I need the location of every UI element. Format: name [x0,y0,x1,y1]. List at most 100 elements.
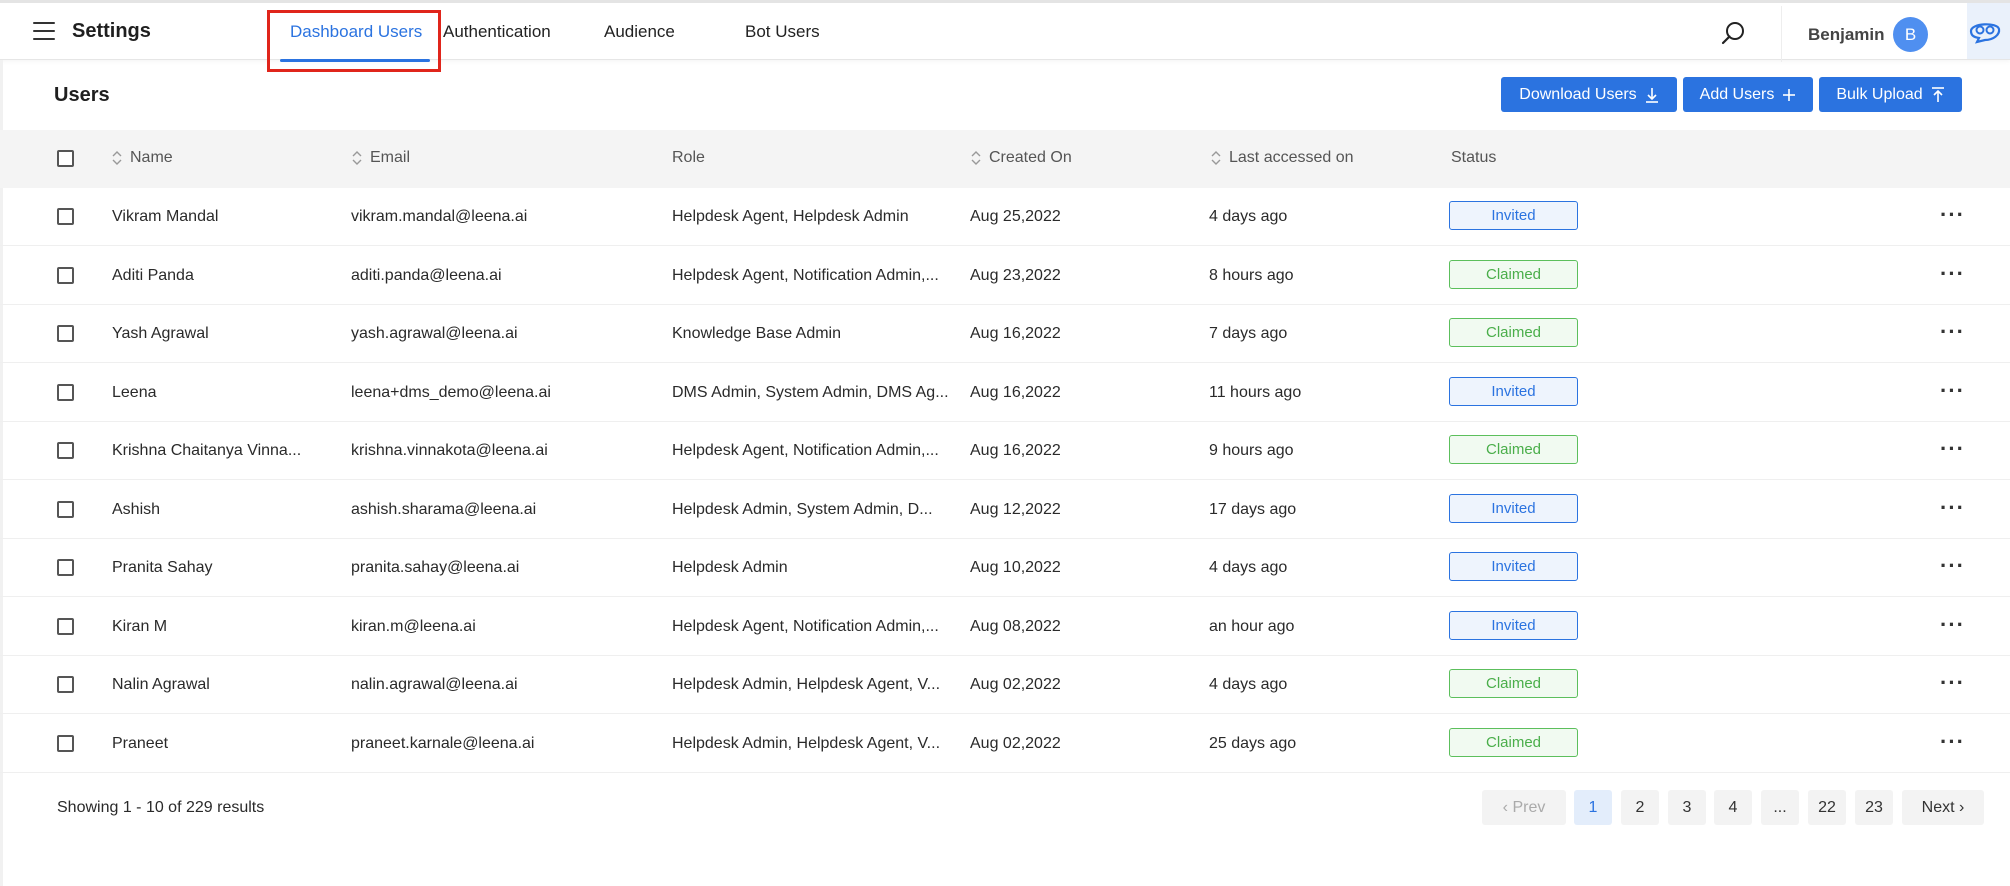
chevron-right-icon: › [1959,799,1965,816]
page-number-button[interactable]: 2 [1621,790,1659,825]
table-row: Nalin Agrawal nalin.agrawal@leena.ai Hel… [0,656,2010,714]
page-number-button[interactable]: 23 [1855,790,1893,825]
created-on-cell: Aug 23,2022 [970,266,1061,284]
row-checkbox[interactable] [57,208,74,225]
prev-page-button[interactable]: ‹ Prev [1482,790,1566,825]
created-on-cell: Aug 08,2022 [970,617,1061,635]
table-row: Krishna Chaitanya Vinna... krishna.vinna… [0,422,2010,480]
tab-authentication[interactable]: Authentication [443,22,551,42]
more-horizontal-icon[interactable]: ··· [1940,261,1965,287]
hamburger-icon[interactable] [33,22,55,40]
table-row: Yash Agrawal yash.agrawal@leena.ai Knowl… [0,305,2010,363]
row-checkbox[interactable] [57,617,74,635]
created-on-cell: Aug 25,2022 [970,208,1061,225]
chevron-left-icon: ‹ [1502,799,1508,816]
status-badge: Claimed [1449,727,1578,757]
last-accessed-cell: 8 hours ago [1209,266,1294,284]
more-horizontal-icon[interactable]: ··· [1940,729,1965,755]
user-name-cell: Praneet [112,734,169,752]
table-row: Ashish ashish.sharama@leena.ai Helpdesk … [0,481,2010,539]
column-name-label: Name [130,149,173,166]
more-horizontal-icon[interactable]: ··· [1940,319,1965,345]
more-horizontal-icon[interactable]: ··· [1940,670,1965,696]
download-users-label: Download Users [1519,85,1637,103]
status-badge: Invited [1449,610,1578,640]
more-horizontal-icon[interactable]: ··· [1940,612,1965,638]
more-horizontal-icon[interactable]: ··· [1940,436,1965,462]
page-number-button[interactable]: 3 [1668,790,1706,825]
bulk-upload-button[interactable]: Bulk Upload [1819,77,1962,112]
row-checkbox[interactable] [57,500,74,518]
select-all-checkbox[interactable] [57,150,74,167]
user-name-cell: Ashish [112,500,161,518]
user-email-cell: ashish.sharama@leena.ai [351,500,537,518]
page-title: Settings [72,20,151,42]
more-horizontal-icon[interactable]: ··· [1940,495,1965,521]
user-email-cell: nalin.agrawal@leena.ai [351,676,518,693]
last-accessed-cell: 4 days ago [1209,676,1288,693]
download-icon [1645,87,1658,103]
row-checkbox[interactable] [57,734,74,752]
page-number-button[interactable]: 4 [1714,790,1752,825]
more-horizontal-icon[interactable]: ··· [1940,553,1965,579]
page-number-button[interactable]: 1 [1574,790,1612,825]
column-header-created[interactable]: Created On [971,149,1072,167]
column-header-email[interactable]: Email [352,149,410,167]
avatar[interactable]: B [1893,17,1928,52]
user-email-cell: krishna.vinnakota@leena.ai [351,442,548,459]
upload-icon [1931,86,1944,102]
table-row: Leena leena+dms_demo@leena.ai DMS Admin,… [0,364,2010,422]
last-accessed-cell: an hour ago [1209,617,1295,635]
status-badge: Claimed [1449,669,1578,698]
search-icon[interactable] [1720,19,1748,47]
sort-icon [112,151,122,165]
created-on-cell: Aug 16,2022 [970,325,1061,342]
row-checkbox[interactable] [57,325,74,342]
last-accessed-cell: 11 hours ago [1209,383,1302,401]
last-accessed-cell: 4 days ago [1209,208,1288,225]
next-page-button[interactable]: Next › [1902,790,1984,825]
user-email-cell: praneet.karnale@leena.ai [351,734,535,752]
next-label: Next [1921,799,1955,816]
brand-logo-icon[interactable] [1967,18,2003,49]
download-users-button[interactable]: Download Users [1501,77,1677,112]
sort-icon [971,151,981,165]
add-users-button[interactable]: Add Users [1683,77,1813,112]
status-badge: Invited [1449,493,1578,523]
user-name-cell: Yash Agrawal [112,325,209,342]
column-created-label: Created On [989,149,1072,166]
user-name-cell: Kiran M [112,617,168,635]
page-number-button[interactable]: 22 [1808,790,1846,825]
user-role-cell: Helpdesk Agent, Notification Admin,... [672,266,939,284]
last-accessed-cell: 17 days ago [1209,500,1297,518]
more-horizontal-icon[interactable]: ··· [1940,202,1965,228]
table-header: Name Email Role Created On Last accessed… [0,130,2010,188]
row-checkbox[interactable] [57,383,74,401]
column-header-name[interactable]: Name [112,149,173,167]
last-accessed-cell: 7 days ago [1209,325,1288,342]
created-on-cell: Aug 10,2022 [970,559,1061,576]
created-on-cell: Aug 16,2022 [970,383,1061,401]
created-on-cell: Aug 12,2022 [970,500,1061,518]
tab-audience[interactable]: Audience [604,22,675,42]
status-badge: Invited [1449,552,1578,581]
user-role-cell: Helpdesk Agent, Notification Admin,... [672,442,939,459]
sort-icon [1211,151,1221,165]
tab-bot-users[interactable]: Bot Users [745,22,820,42]
row-checkbox[interactable] [57,559,74,576]
tab-dashboard-users[interactable]: Dashboard Users [290,22,422,42]
row-checkbox[interactable] [57,266,74,284]
column-header-role: Role [672,149,705,167]
user-role-cell: Knowledge Base Admin [672,325,841,342]
row-checkbox[interactable] [57,676,74,693]
last-accessed-cell: 4 days ago [1209,559,1288,576]
user-role-cell: Helpdesk Admin [672,559,788,576]
last-accessed-cell: 25 days ago [1209,734,1297,752]
more-horizontal-icon[interactable]: ··· [1940,378,1965,404]
column-email-label: Email [370,149,411,166]
user-name: Benjamin [1808,25,1885,44]
user-name-cell: Aditi Panda [112,266,194,284]
row-checkbox[interactable] [57,442,74,459]
column-header-accessed[interactable]: Last accessed on [1211,149,1354,167]
prev-label: Prev [1512,799,1546,816]
